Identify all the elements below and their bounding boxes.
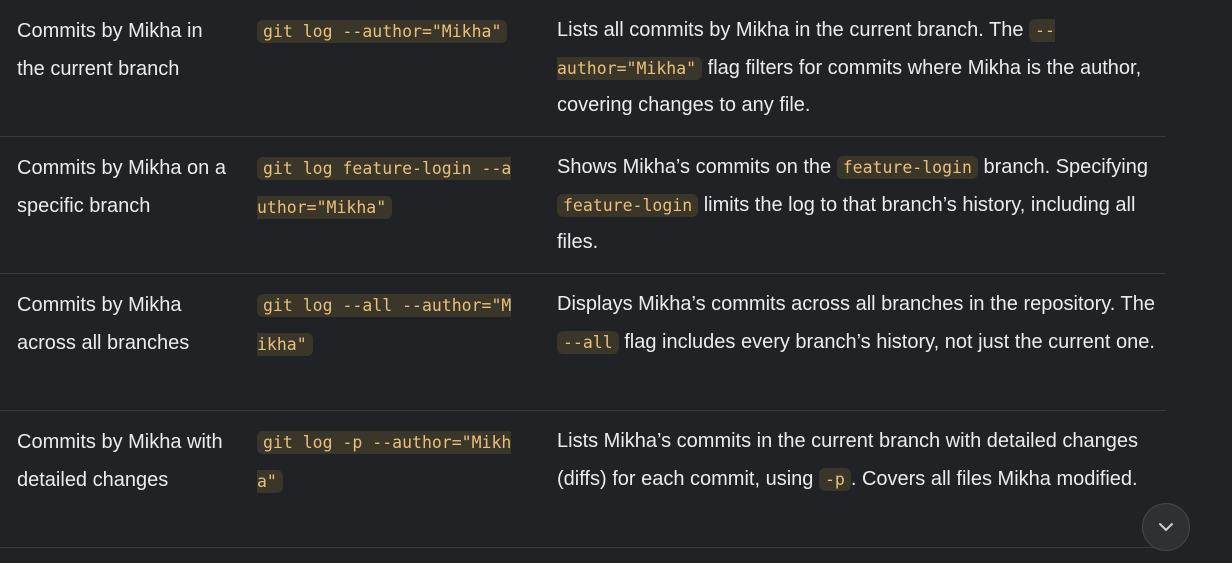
table-row: Commits by Mikha with detailed changes gi… (0, 411, 1166, 548)
table-row: Commits by Mikha on a specific branch git… (0, 137, 1166, 274)
row-label: Commits by Mikha across all branches (17, 294, 190, 354)
row-label: Commits by Mikha in the current branch (17, 20, 203, 80)
description-text: Displays Mikha’s commits across all bran… (557, 293, 1156, 315)
row-label: Commits by Mikha on a specific branch (17, 157, 226, 217)
command-code[interactable]: git log --author="Mikha" (257, 20, 508, 43)
command-cell: git log feature-login --author="Mikha" (240, 149, 540, 273)
row-label: Commits by Mikha with detailed changes (17, 431, 223, 491)
command-code[interactable]: git log -p --author="Mikha" (257, 431, 512, 493)
command-cell: git log --author="Mikha" (240, 12, 540, 136)
description-text: Shows Mikha’s commits on the (557, 156, 837, 178)
description-text: branch. Specifying (977, 156, 1148, 178)
commands-table: Commits by Mikha in the current branch gi… (0, 0, 1166, 548)
command-cell: git log -p --author="Mikha" (240, 423, 540, 547)
inline-code: -p (818, 467, 851, 491)
inline-code: feature-login (836, 156, 978, 179)
inline-code: feature-login (557, 193, 699, 217)
chevron-down-icon (1159, 523, 1173, 532)
description-cell: Lists Mikha’s commits in the current bra… (540, 423, 1166, 547)
table-row: Commits by Mikha in the current branch gi… (0, 0, 1166, 137)
inline-code: --all (557, 330, 619, 354)
command-code[interactable]: git log --all --author="Mikha" (257, 294, 512, 356)
command-code[interactable]: git log feature-login --author="Mikha" (257, 157, 512, 219)
description-cell: Displays Mikha’s commits across all bran… (540, 286, 1166, 410)
scroll-to-bottom-button[interactable] (1142, 503, 1190, 551)
description-cell: Lists all commits by Mikha in the curren… (540, 12, 1166, 136)
description-text: Lists all commits by Mikha in the curren… (557, 19, 1030, 41)
description-text: . Covers all files Mikha modified. (850, 467, 1138, 490)
table-row: Commits by Mikha across all branches git … (0, 274, 1166, 411)
description-text: flag includes every branch’s history, no… (618, 330, 1155, 353)
command-cell: git log --all --author="Mikha" (240, 286, 540, 410)
description-cell: Shows Mikha’s commits on the feature-log… (540, 149, 1166, 273)
